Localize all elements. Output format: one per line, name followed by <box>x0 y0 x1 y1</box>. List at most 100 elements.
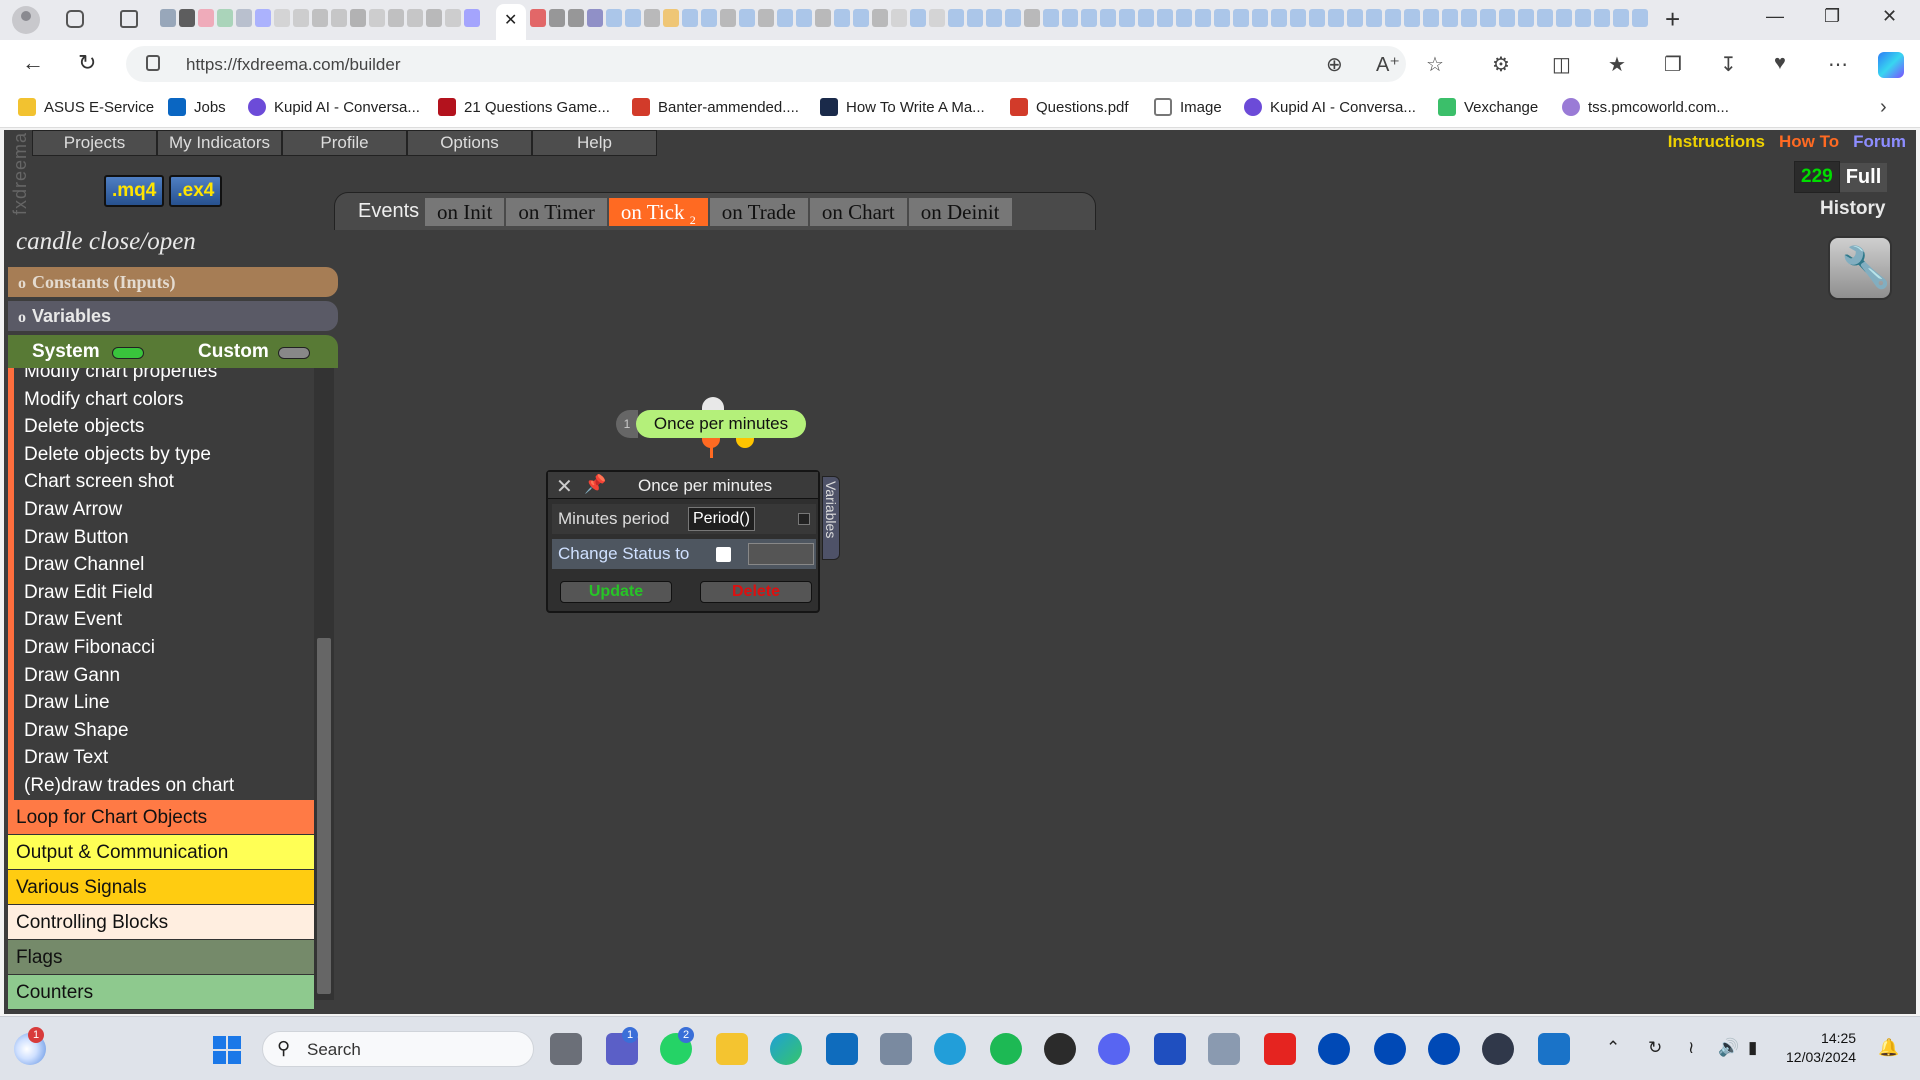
extensions-icon[interactable]: ⚙ <box>1492 52 1510 77</box>
tab-favicon[interactable] <box>1613 9 1629 27</box>
refresh-icon[interactable]: ↻ <box>78 50 96 76</box>
workspaces-icon[interactable] <box>66 10 84 28</box>
constants-panel-header[interactable]: o Constants (Inputs) <box>8 267 338 297</box>
input-connector[interactable] <box>702 397 724 411</box>
browser-essentials-icon[interactable]: ♥ <box>1774 52 1786 75</box>
block-item[interactable]: Delete objects by type <box>14 442 314 470</box>
menu-options[interactable]: Options <box>407 130 532 156</box>
zoom-icon[interactable]: ⊕ <box>1326 52 1343 77</box>
block-item[interactable]: Modify chart properties <box>14 368 314 387</box>
tab-favicon[interactable] <box>853 9 869 27</box>
tab-favicon[interactable] <box>331 9 347 27</box>
system-label[interactable]: System <box>32 341 100 363</box>
discord-icon[interactable] <box>1098 1033 1130 1065</box>
tab-favicon[interactable] <box>1537 9 1553 27</box>
tab-favicon[interactable] <box>1499 9 1515 27</box>
tab-favicon[interactable] <box>1366 9 1382 27</box>
notifications-icon[interactable]: 🔔 <box>1878 1038 1899 1058</box>
tab-favicon[interactable] <box>1518 9 1534 27</box>
category-various-signals[interactable]: Various Signals <box>8 870 314 905</box>
tab-favicon[interactable] <box>606 9 622 27</box>
tab-favicon[interactable] <box>350 9 366 27</box>
volume-icon[interactable]: 🔊 <box>1718 1038 1739 1058</box>
restore-icon[interactable]: ❐ <box>1824 6 1840 27</box>
speedometer-icon[interactable] <box>1482 1033 1514 1065</box>
bookmark-item[interactable]: Image <box>1154 98 1222 116</box>
export-mq4-button[interactable]: .mq4 <box>104 175 165 207</box>
p-app-icon[interactable] <box>1428 1033 1460 1065</box>
tab-favicon[interactable] <box>587 9 603 27</box>
category-loop-chart-objects[interactable]: Loop for Chart Objects <box>8 800 314 835</box>
tab-favicon[interactable] <box>530 9 546 27</box>
downloads-icon[interactable]: ↧ <box>1720 52 1737 77</box>
sync-icon[interactable]: ↻ <box>1648 1038 1662 1058</box>
tab-favicon[interactable] <box>625 9 641 27</box>
block-item[interactable]: Delete objects <box>14 414 314 442</box>
output-connector-yellow[interactable] <box>736 438 754 448</box>
tab-favicon[interactable] <box>1271 9 1287 27</box>
tab-favicon[interactable] <box>948 9 964 27</box>
tab-favicon[interactable] <box>217 9 233 27</box>
tab-favicon[interactable] <box>198 9 214 27</box>
tab-favicon[interactable] <box>1062 9 1078 27</box>
split-screen-icon[interactable]: ◫ <box>1552 52 1571 77</box>
tab-favicon[interactable] <box>255 9 271 27</box>
tab-favicon[interactable] <box>1081 9 1097 27</box>
bookmark-item[interactable]: Vexchange <box>1438 98 1538 116</box>
change-status-input[interactable] <box>748 543 814 565</box>
how-to-link[interactable]: How To <box>1779 132 1839 152</box>
tab-favicon[interactable] <box>1556 9 1572 27</box>
tab-favicon[interactable] <box>663 9 679 27</box>
tab-favicon[interactable] <box>1594 9 1610 27</box>
tab-favicon[interactable] <box>1005 9 1021 27</box>
block-list-scrollbar[interactable] <box>314 368 334 1000</box>
tab-favicon[interactable] <box>1575 9 1591 27</box>
tab-favicon[interactable] <box>312 9 328 27</box>
tab-favicon[interactable] <box>967 9 983 27</box>
bookmark-item[interactable]: ASUS E-Service <box>18 98 154 116</box>
profile-avatar-icon[interactable] <box>12 6 40 34</box>
menu-my-indicators[interactable]: My Indicators <box>157 130 282 156</box>
tab-favicon[interactable] <box>160 9 176 27</box>
settings-wrench-button[interactable]: 🔧 <box>1828 236 1892 300</box>
category-controlling-blocks[interactable]: Controlling Blocks <box>8 905 314 940</box>
tab-on-trade[interactable]: on Trade <box>709 198 808 226</box>
block-item[interactable]: Chart screen shot <box>14 469 314 497</box>
tab-favicon[interactable] <box>1404 9 1420 27</box>
bookmark-item[interactable]: Jobs <box>168 98 226 116</box>
tab-on-timer[interactable]: on Timer <box>506 198 607 226</box>
category-flags[interactable]: Flags <box>8 940 314 975</box>
url-field[interactable]: https://fxdreema.com/builder <box>126 46 1406 82</box>
tab-favicon[interactable] <box>701 9 717 27</box>
block-item[interactable]: Draw Text <box>14 745 314 773</box>
file-explorer-icon[interactable] <box>716 1033 748 1065</box>
forum-link[interactable]: Forum <box>1853 132 1906 152</box>
chevron-up-icon[interactable]: ⌃ <box>1606 1038 1620 1058</box>
app-icon[interactable] <box>880 1033 912 1065</box>
vscode-icon[interactable] <box>1154 1033 1186 1065</box>
tab-on-deinit[interactable]: on Deinit <box>908 198 1012 226</box>
task-view-icon[interactable] <box>550 1033 582 1065</box>
block-label[interactable]: Once per minutes <box>636 410 806 438</box>
close-window-icon[interactable]: ✕ <box>1882 6 1897 27</box>
tab-favicon[interactable] <box>872 9 888 27</box>
tab-favicon[interactable] <box>293 9 309 27</box>
instructions-link[interactable]: Instructions <box>1668 132 1765 152</box>
block-item[interactable]: Draw Shape <box>14 718 314 746</box>
variables-panel-header[interactable]: o Variables <box>8 301 338 331</box>
ig-icon[interactable] <box>1264 1033 1296 1065</box>
back-icon[interactable]: ← <box>22 50 44 76</box>
variables-side-tab[interactable]: Variables <box>822 476 840 560</box>
dialog-titlebar[interactable]: ✕ 📌 Once per minutes <box>548 472 818 499</box>
bookmark-item[interactable]: Kupid AI - Conversa... <box>1244 98 1416 116</box>
category-output-communication[interactable]: Output & Communication <box>8 835 314 870</box>
block-item[interactable]: (Re)draw trades on chart <box>14 773 314 800</box>
custom-label[interactable]: Custom <box>198 341 269 363</box>
url-text[interactable]: https://fxdreema.com/builder <box>186 55 400 75</box>
project-title[interactable]: candle close/open <box>16 228 196 256</box>
tab-favicon[interactable] <box>1252 9 1268 27</box>
tab-favicon[interactable] <box>644 9 660 27</box>
read-aloud-icon[interactable]: A⁺ <box>1376 52 1400 77</box>
bookmark-item[interactable]: tss.pmcoworld.com... <box>1562 98 1729 116</box>
tab-on-init[interactable]: on Init <box>425 198 505 226</box>
